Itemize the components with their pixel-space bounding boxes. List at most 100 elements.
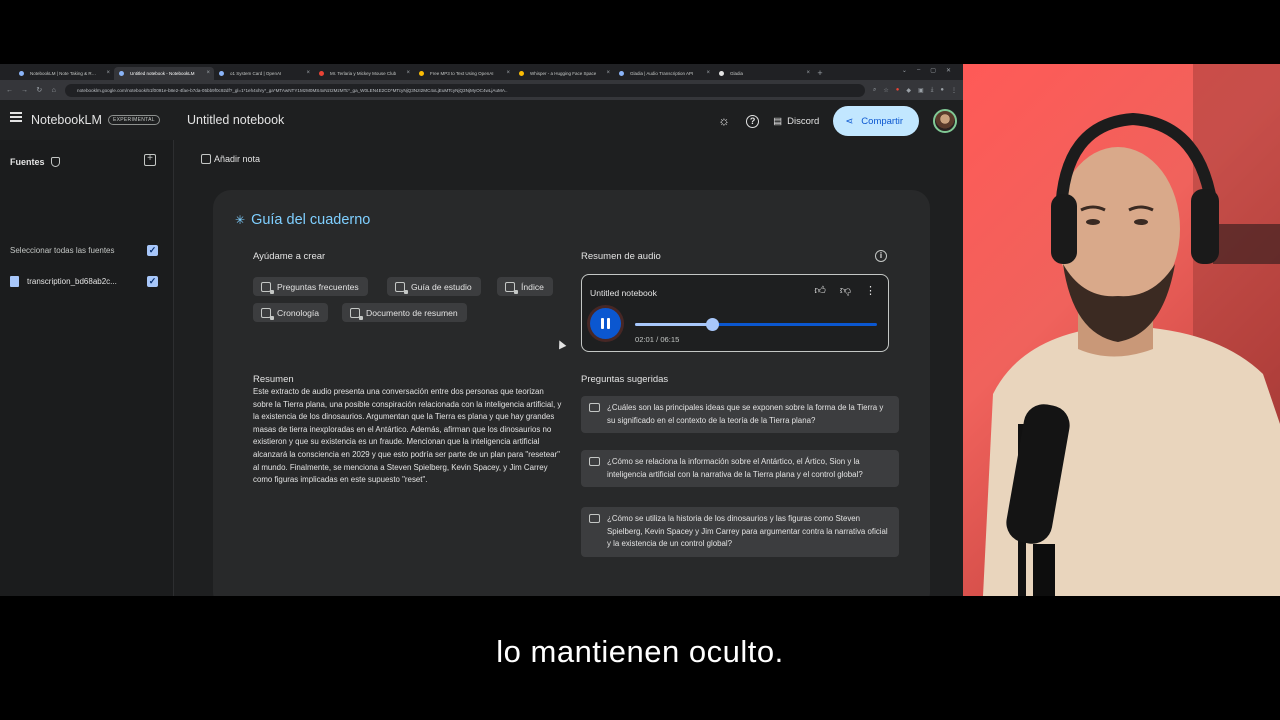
summary-text: Este extracto de audio presenta una conv… (253, 387, 562, 485)
home-icon[interactable]: ⌂ (51, 87, 58, 94)
chat-icon (589, 403, 600, 412)
favicon-icon (219, 71, 224, 76)
browser-tab[interactable]: Gladia × (714, 67, 814, 80)
close-tab-icon[interactable]: × (406, 67, 410, 80)
chip-index[interactable]: Índice (497, 277, 553, 296)
audio-progress-slider[interactable] (635, 318, 877, 331)
sources-heading: Fuentes (10, 157, 60, 167)
doc-icon (261, 281, 274, 294)
pause-button[interactable] (590, 308, 621, 339)
favicon-icon (19, 71, 24, 76)
close-tab-icon[interactable]: × (306, 67, 310, 80)
close-tab-icon[interactable]: × (606, 67, 610, 80)
browser-tab[interactable]: NotebookLM | Note Taking & Research × (14, 67, 114, 80)
close-window-icon[interactable]: ✕ (946, 67, 951, 74)
doc-icon (395, 281, 408, 294)
chat-icon (589, 457, 600, 466)
add-note-button[interactable]: Añadir nota (201, 154, 260, 164)
browser-tab[interactable]: Gladia | Audio Transcription API × (614, 67, 714, 80)
star-icon[interactable]: ☆ (883, 87, 888, 94)
menu-icon[interactable] (10, 112, 22, 122)
doc-icon (261, 307, 274, 320)
chat-icon (589, 514, 600, 523)
avatar[interactable] (933, 109, 957, 133)
thumbs-up-icon[interactable]: 👍︎ (814, 284, 826, 297)
forward-icon[interactable]: → (21, 87, 28, 94)
close-tab-icon[interactable]: × (506, 67, 510, 80)
reload-icon[interactable]: ↻ (36, 86, 43, 94)
slider-thumb[interactable] (706, 318, 720, 331)
favicon-icon (119, 71, 124, 76)
help-icon[interactable]: ? (746, 114, 760, 128)
experimental-badge: EXPERIMENTAL (108, 115, 160, 125)
puzzle-icon[interactable]: ▣ (918, 87, 924, 94)
close-tab-icon[interactable]: × (806, 67, 810, 80)
address-bar: ← → ↻ ⌂ notebooklm.google.com/notebook/5… (0, 80, 963, 100)
close-tab-icon[interactable]: × (206, 67, 210, 80)
new-tab-button[interactable]: + (814, 67, 826, 80)
thumbs-down-icon[interactable]: 👎︎ (840, 284, 851, 297)
browser-tab[interactable]: o1 System Card | OpenAI × (214, 67, 314, 80)
back-icon[interactable]: ← (6, 87, 13, 94)
summary-heading: Resumen (253, 374, 294, 385)
favicon-icon (419, 71, 424, 76)
close-tab-icon[interactable]: × (106, 67, 110, 80)
chip-timeline[interactable]: Cronología (253, 303, 329, 322)
favicon-icon (319, 71, 324, 76)
notebook-title[interactable]: Untitled notebook (187, 113, 284, 127)
profile-icon[interactable]: ● (940, 87, 944, 94)
screen-recording: NotebookLM | Note Taking & Research × Unt… (0, 64, 963, 596)
chat-icon: ▤ (773, 115, 783, 127)
favicon-icon (519, 71, 524, 76)
audio-time: 02:01 / 06:15 (635, 335, 680, 344)
record-icon[interactable]: ● (896, 87, 900, 94)
close-tab-icon[interactable]: × (706, 67, 710, 80)
url-field[interactable]: notebooklm.google.com/notebook/51f0091e-… (65, 83, 866, 97)
document-icon (10, 275, 19, 287)
suggested-question[interactable]: ¿Cómo se relaciona la información sobre … (581, 450, 899, 487)
app-header: NotebookLM EXPERIMENTAL Untitled noteboo… (0, 100, 963, 140)
browser-tab-active[interactable]: Untitled notebook - NotebookLM × (114, 67, 214, 80)
sources-sidebar: Fuentes + Seleccionar todas las fuentes … (0, 140, 174, 596)
browser-tab[interactable]: Free MP3 to Text Using OpenAI × (414, 67, 514, 80)
window-controls: ⌄ – ▢ ✕ (902, 67, 951, 74)
search-icon[interactable]: ⌕ (873, 87, 876, 94)
select-all-checkbox[interactable]: ✓ (147, 244, 158, 256)
select-all-row[interactable]: Seleccionar todas las fuentes ✓ (10, 244, 158, 256)
suggested-question[interactable]: ¿Cómo se utiliza la historia de los dino… (581, 507, 899, 557)
source-checkbox[interactable]: ✓ (147, 275, 158, 287)
maximize-icon[interactable]: ▢ (930, 67, 936, 74)
source-item[interactable]: transcription_bd68ab2c... ✓ (10, 275, 158, 287)
chip-briefing-doc[interactable]: Documento de resumen (342, 303, 467, 322)
progress-fill (635, 323, 713, 326)
download-icon[interactable]: ⤓ (931, 87, 934, 94)
chip-faq[interactable]: Preguntas frecuentes (253, 277, 368, 296)
favicon-icon (619, 71, 624, 76)
share-icon: ⋖ (845, 115, 854, 127)
guide-title: ✳ Guía del cuaderno (235, 212, 371, 228)
minimize-icon[interactable]: – (917, 67, 920, 74)
notebook-guide: ✳ Guía del cuaderno Ayúdame a crear Preg… (213, 190, 930, 596)
browser-tab[interactable]: Mr. Terlaria y Mickey Mouse Club × (314, 67, 414, 80)
extension-icon[interactable]: ◆ (906, 87, 911, 94)
doc-icon (350, 307, 363, 320)
header-actions: ☼ ? ▤ Discord ⋖ Compartir (716, 106, 957, 136)
chevron-down-icon[interactable]: ⌄ (902, 67, 907, 74)
discord-button[interactable]: ▤ Discord (773, 116, 819, 127)
menu-icon[interactable]: ⋮ (951, 87, 957, 94)
presenter-image (983, 64, 1280, 596)
add-source-icon[interactable]: + (144, 154, 156, 166)
info-icon[interactable]: i (875, 250, 887, 262)
browser-tab-strip: NotebookLM | Note Taking & Research × Unt… (0, 64, 963, 80)
theme-toggle-icon[interactable]: ☼ (716, 113, 732, 129)
chip-study-guide[interactable]: Guía de estudio (387, 277, 481, 296)
browser-tab[interactable]: Whisper - a Hugging Face Space × (514, 67, 614, 80)
suggested-question[interactable]: ¿Cuáles son las principales ideas que se… (581, 396, 899, 433)
share-button[interactable]: ⋖ Compartir (833, 106, 919, 136)
video-subtitle: lo mantienen oculto. (496, 634, 784, 669)
webcam-feed (963, 64, 1280, 596)
more-vert-icon[interactable]: ⋮ (865, 284, 876, 297)
favicon-icon (719, 71, 724, 76)
audio-player: Untitled notebook 👍︎ 👎︎ ⋮ 02:01 / 06:15 (581, 274, 889, 352)
note-icon (201, 154, 211, 164)
